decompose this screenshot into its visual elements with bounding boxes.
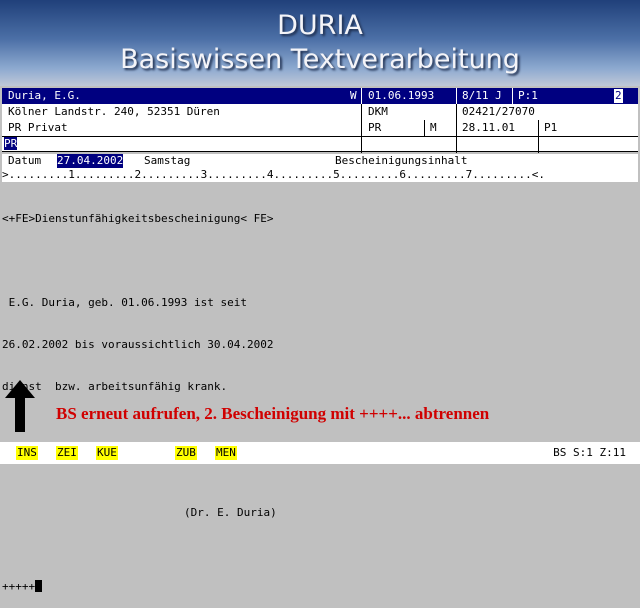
birth-date: 01.06.1993: [368, 89, 435, 102]
insurance: DKM: [368, 105, 388, 118]
patient-name: Duria, E.G.: [8, 89, 81, 102]
banner-subtitle: Basiswissen Textverarbeitung: [120, 44, 520, 75]
record-index: 2: [614, 89, 623, 103]
patient-row-3: PR Privat PR M 28.11.01 P1: [2, 120, 638, 136]
text-ruler: >.........1.........2.........3.........…: [2, 168, 638, 182]
document-signature: (Dr. E. Duria): [184, 506, 277, 519]
document-tag-line: <+FE>Dienstunfähigkeitsbescheinigung< FE…: [2, 212, 274, 225]
m-flag: M: [430, 121, 437, 134]
patient-row-2: Kölner Landstr. 240, 52351 Düren DKM 024…: [2, 104, 638, 120]
presentation-banner: DURIA Basiswissen Textverarbeitung: [0, 0, 640, 86]
date-field[interactable]: 27.04.2002: [57, 154, 124, 168]
patient-age: 8/11 J: [462, 89, 502, 102]
patient-status: PR Privat: [8, 121, 68, 134]
annotation-text: BS erneut aufrufen, 2. Bescheinigung mit…: [56, 404, 490, 423]
date-line: Datum 27.04.2002 Samstag Bescheinigungsi…: [2, 154, 638, 168]
document-line-2: 26.02.2002 bis voraussichtlich 30.04.200…: [2, 338, 274, 351]
status-indicator: BS S:1 Z:11: [553, 446, 626, 459]
input-row[interactable]: PR: [2, 136, 638, 153]
key-kue[interactable]: KUE: [96, 446, 118, 460]
p-flag: P1: [544, 121, 558, 134]
date-label: Datum: [8, 154, 42, 167]
visit-date: 28.11.01: [462, 121, 515, 134]
ruler-scale: >.........1.........2.........3.........…: [2, 168, 546, 181]
patient-address: Kölner Landstr. 240, 52351 Düren: [8, 105, 220, 118]
phone-number: 02421/27070: [462, 105, 535, 118]
separator-line: +++++: [2, 580, 638, 594]
patient-row-1: Duria, E.G. W 01.06.1993 8/11 J P:1 2: [2, 88, 638, 104]
up-arrow-icon: [5, 380, 35, 432]
status-input[interactable]: PR: [4, 137, 18, 151]
key-zub[interactable]: ZUB: [175, 446, 197, 460]
weekday: Samstag: [144, 154, 191, 167]
text-cursor: [35, 580, 43, 592]
function-key-bar: INS ZEI KUE ZUB MEN BS S:1 Z:11: [0, 442, 640, 464]
section-title: Bescheinigungsinhalt: [335, 154, 468, 167]
separator-text: +++++: [2, 580, 36, 593]
document-editor[interactable]: <+FE>Dienstunfähigkeitsbescheinigung< FE…: [2, 184, 638, 608]
bottom-bar: [0, 464, 640, 480]
banner-title: DURIA: [277, 10, 363, 41]
page-indicator: P:1: [518, 89, 538, 102]
document-line-1: E.G. Duria, geb. 01.06.1993 ist seit: [2, 296, 248, 309]
document-line-3: dienst bzw. arbeitsunfähig krank.: [2, 380, 228, 393]
key-ins[interactable]: INS: [16, 446, 38, 460]
key-men[interactable]: MEN: [215, 446, 237, 460]
key-zei[interactable]: ZEI: [56, 446, 78, 460]
status-code: PR: [368, 121, 382, 134]
sex-flag: W: [350, 89, 357, 102]
patient-header: Duria, E.G. W 01.06.1993 8/11 J P:1 2 Kö…: [2, 88, 638, 153]
